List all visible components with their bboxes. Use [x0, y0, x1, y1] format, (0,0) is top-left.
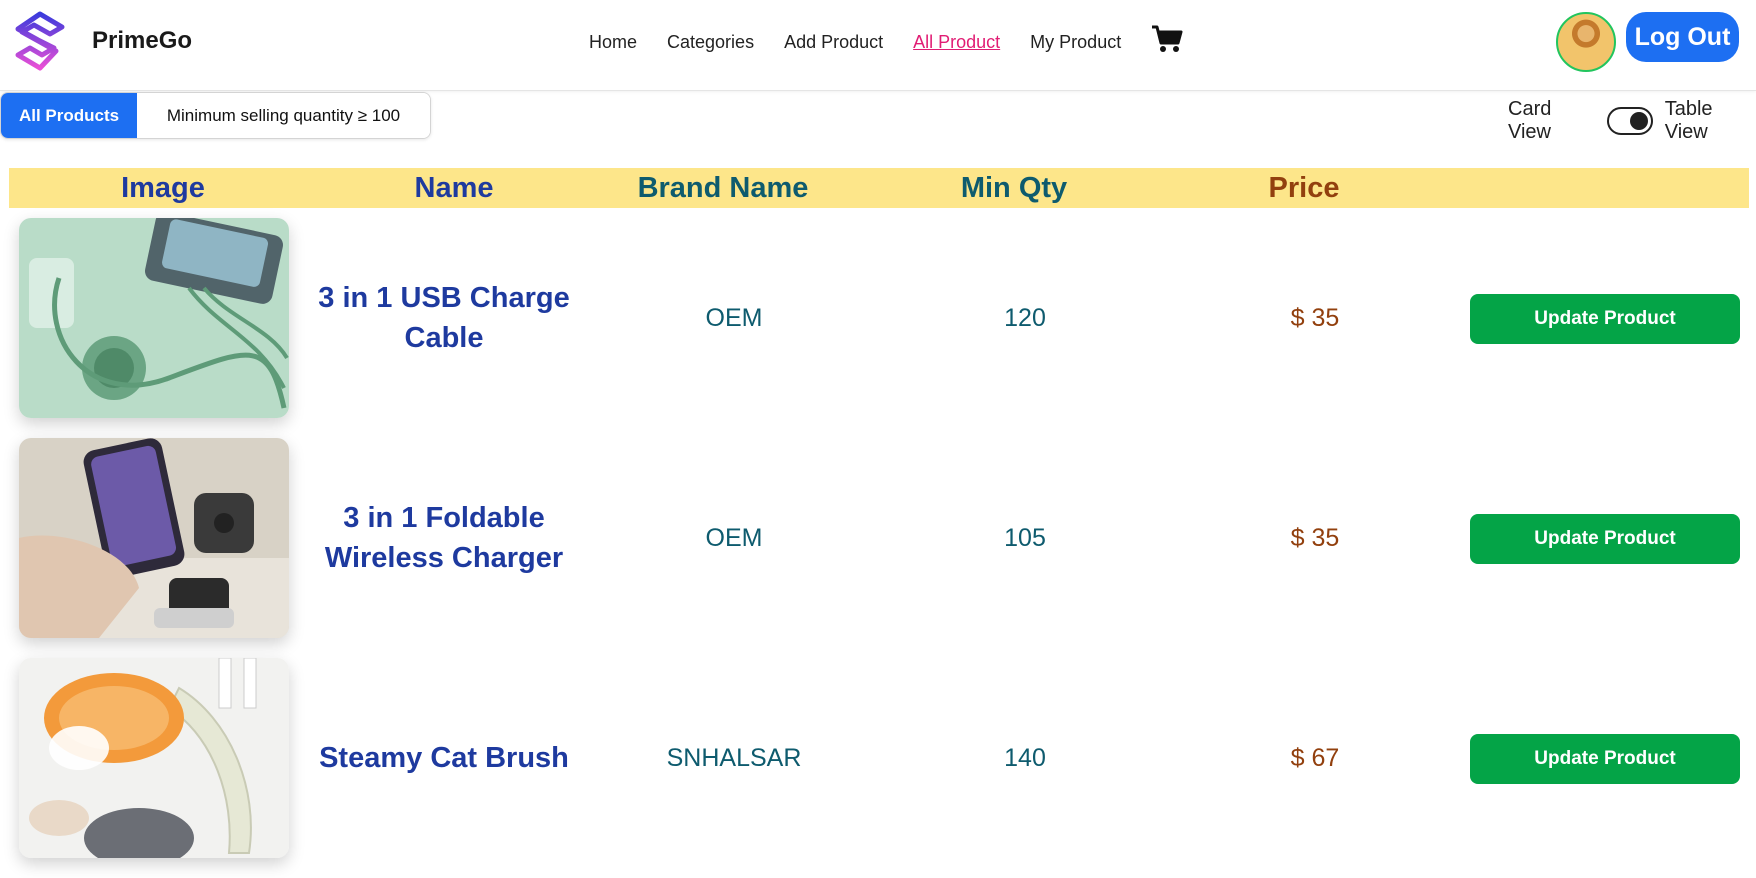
header-brand-name: Brand Name — [637, 171, 809, 204]
logout-button[interactable]: Log Out — [1626, 12, 1739, 62]
product-name: 3 in 1 USB Charge Cable — [318, 282, 570, 354]
product-min-qty: 105 — [1004, 523, 1046, 552]
update-product-button[interactable]: Update Product — [1470, 734, 1740, 784]
update-product-button[interactable]: Update Product — [1470, 294, 1740, 344]
cart-icon[interactable] — [1151, 24, 1183, 59]
table-header: Image Name Brand Name Min Qty Price — [9, 168, 1749, 208]
card-view-label: Card View — [1508, 98, 1552, 143]
product-name: 3 in 1 Foldable Wireless Charger — [324, 502, 564, 574]
header-price: Price — [1268, 171, 1340, 204]
product-brand: SNHALSAR — [666, 743, 802, 772]
product-image-wireless-charger — [19, 438, 289, 638]
update-product-button[interactable]: Update Product — [1470, 514, 1740, 564]
product-brand: OEM — [705, 303, 763, 332]
product-price: $ 35 — [1290, 523, 1340, 552]
product-price: $ 67 — [1290, 743, 1340, 772]
product-image-usb-cable — [19, 218, 289, 418]
filter-group: All Products Minimum selling quantity ≥ … — [0, 92, 431, 139]
product-name: Steamy Cat Brush — [319, 742, 569, 774]
table-row: Steamy Cat Brush SNHALSAR 140 $ 67 Updat… — [0, 658, 1756, 858]
view-toggle: Card View Table View — [1508, 98, 1756, 144]
all-products-filter-button[interactable]: All Products — [1, 93, 137, 138]
nav-home[interactable]: Home — [589, 32, 637, 53]
min-qty-filter-button[interactable]: Minimum selling quantity ≥ 100 — [137, 93, 430, 138]
primego-logo-icon — [10, 10, 68, 72]
nav-links: Home Categories Add Product All Product … — [589, 24, 1183, 59]
header-image: Image — [121, 171, 205, 204]
product-price: $ 35 — [1290, 303, 1340, 332]
brand-name: PrimeGo — [92, 27, 193, 54]
table-row: 3 in 1 USB Charge Cable OEM 120 $ 35 Upd… — [0, 218, 1756, 418]
view-toggle-switch[interactable] — [1607, 107, 1653, 135]
toggle-knob — [1629, 112, 1648, 130]
nav-my-product[interactable]: My Product — [1030, 32, 1121, 53]
table-row: 3 in 1 Foldable Wireless Charger OEM 105… — [0, 438, 1756, 638]
product-min-qty: 120 — [1004, 303, 1046, 332]
avatar[interactable] — [1556, 12, 1616, 72]
brand[interactable]: PrimeGo — [10, 10, 192, 72]
navbar: PrimeGo Home Categories Add Product All … — [0, 0, 1756, 91]
nav-categories[interactable]: Categories — [667, 32, 754, 53]
product-min-qty: 140 — [1004, 743, 1046, 772]
product-brand: OEM — [705, 523, 763, 552]
nav-add-product[interactable]: Add Product — [784, 32, 883, 53]
header-name: Name — [414, 171, 494, 204]
product-image-cat-brush — [19, 658, 289, 858]
table-view-label: Table View — [1664, 98, 1713, 143]
header-min-qty: Min Qty — [960, 171, 1068, 204]
nav-all-product[interactable]: All Product — [913, 32, 1000, 53]
